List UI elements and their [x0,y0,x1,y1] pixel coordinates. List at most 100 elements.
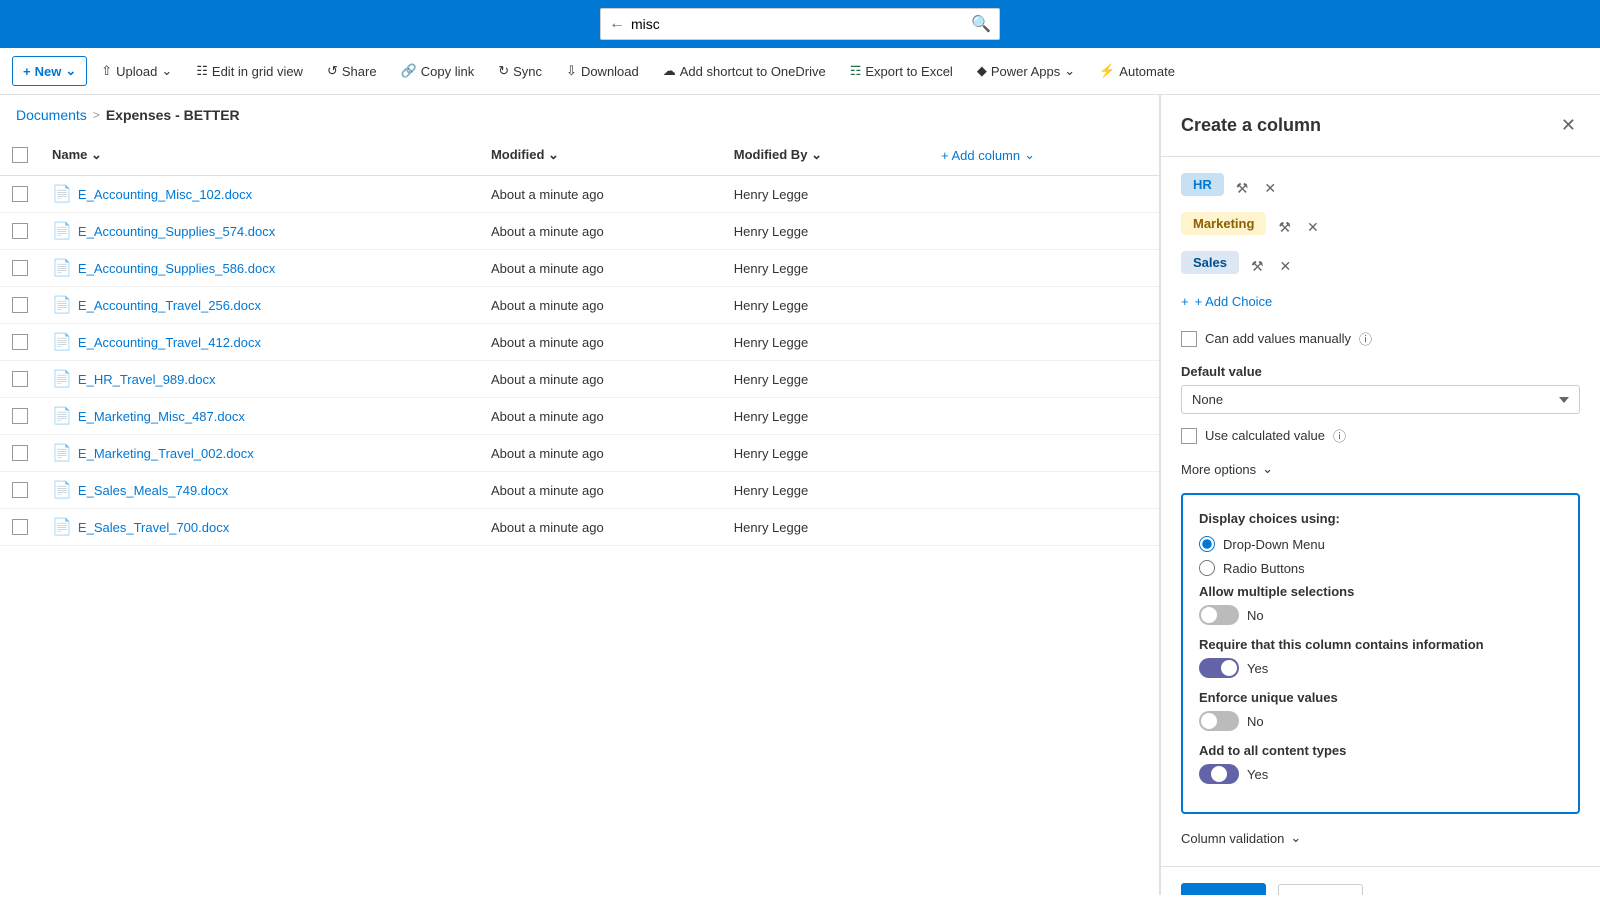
choice-edit-2[interactable]: ⚒ [1247,256,1268,277]
modified-column-header[interactable]: Modified ⌄ [479,135,722,176]
download-button[interactable]: ⇩ Download [556,57,649,85]
file-name-4[interactable]: E_Accounting_Travel_412.docx [78,335,261,350]
row-checkbox-3[interactable] [12,297,28,313]
can-add-values-checkbox[interactable] [1181,331,1197,347]
panel-close-button[interactable]: ✕ [1557,111,1580,140]
add-choice-button[interactable]: + + Add Choice [1181,290,1272,313]
file-name-1[interactable]: E_Accounting_Supplies_574.docx [78,224,275,239]
choices-list: HR ⚒ ✕ Marketing ⚒ ✕ Sales ⚒ ✕ [1181,173,1580,282]
enforce-unique-toggle-row: No [1199,711,1562,731]
modified-cell-9: About a minute ago [479,509,722,546]
edit-grid-button[interactable]: ☷ Edit in grid view [186,57,313,85]
share-button[interactable]: ↺ Share [317,57,387,85]
download-icon: ⇩ [566,63,577,79]
modified-by-cell-7: Henry Legge [722,435,921,472]
file-icon: 📄 [52,406,72,426]
row-checkbox-8[interactable] [12,482,28,498]
row-checkbox-2[interactable] [12,260,28,276]
modified-cell-8: About a minute ago [479,472,722,509]
enforce-unique-toggle[interactable] [1199,711,1239,731]
share-icon: ↺ [327,63,338,79]
column-validation-label: Column validation [1181,831,1284,846]
file-name-5[interactable]: E_HR_Travel_989.docx [78,372,216,387]
add-shortcut-button[interactable]: ☁ Add shortcut to OneDrive [653,57,836,85]
choice-remove-2[interactable]: ✕ [1276,256,1296,277]
use-calculated-checkbox[interactable] [1181,428,1197,444]
main-list: Documents > Expenses - BETTER Name ⌄ Mod… [0,95,1160,895]
file-name-2[interactable]: E_Accounting_Supplies_586.docx [78,261,275,276]
panel-footer: Save Cancel [1161,866,1600,895]
sort-icon: ⌄ [548,147,559,162]
file-name-6[interactable]: E_Marketing_Misc_487.docx [78,409,245,424]
row-checkbox-0[interactable] [12,186,28,202]
modified-cell-0: About a minute ago [479,176,722,213]
require-info-toggle[interactable] [1199,658,1239,678]
search-button[interactable]: 🔍 [971,14,991,34]
file-name-9[interactable]: E_Sales_Travel_700.docx [78,520,229,535]
row-checkbox-4[interactable] [12,334,28,350]
new-label: New [35,64,62,79]
export-excel-button[interactable]: ☶ Export to Excel [840,57,963,85]
search-input[interactable] [631,16,971,32]
table-row: 📄 E_Accounting_Misc_102.docx About a min… [0,176,1159,213]
file-icon: 📄 [52,221,72,241]
row-checkbox-6[interactable] [12,408,28,424]
dropdown-menu-label: Drop-Down Menu [1223,537,1325,552]
file-icon: 📄 [52,258,72,278]
modified-by-column-header[interactable]: Modified By ⌄ [722,135,921,176]
table-row: 📄 E_Sales_Travel_700.docx About a minute… [0,509,1159,546]
automate-button[interactable]: ⚡ Automate [1089,57,1185,85]
radio-buttons-radio[interactable] [1199,560,1215,576]
search-box[interactable]: ← 🔍 [600,8,1000,40]
choice-remove-0[interactable]: ✕ [1260,178,1280,199]
dropdown-menu-radio[interactable] [1199,536,1215,552]
top-bar: ← 🔍 [0,0,1600,48]
can-add-values-info-icon[interactable]: ⓘ [1359,329,1372,348]
select-all-checkbox[interactable] [12,147,28,163]
use-calculated-row: Use calculated value ⓘ [1181,426,1580,445]
cancel-button[interactable]: Cancel [1278,884,1364,895]
file-name-8[interactable]: E_Sales_Meals_749.docx [78,483,228,498]
row-checkbox-1[interactable] [12,223,28,239]
add-to-content-toggle[interactable] [1199,764,1239,784]
powerapps-icon: ◆ [977,63,987,79]
use-calculated-label: Use calculated value [1205,428,1325,443]
row-checkbox-9[interactable] [12,519,28,535]
table-row: 📄 E_Accounting_Travel_256.docx About a m… [0,287,1159,324]
more-options-button[interactable]: More options ⌄ [1181,457,1273,481]
row-checkbox-7[interactable] [12,445,28,461]
upload-button[interactable]: ⇧ Upload ⌄ [91,57,182,85]
breadcrumb-parent[interactable]: Documents [16,107,87,123]
use-calculated-info-icon[interactable]: ⓘ [1333,426,1346,445]
enforce-unique-label: Enforce unique values [1199,690,1562,705]
file-name-7[interactable]: E_Marketing_Travel_002.docx [78,446,254,461]
modified-by-cell-2: Henry Legge [722,250,921,287]
search-back-icon[interactable]: ← [609,15,625,33]
add-column-button[interactable]: + Add column ⌄ [933,143,1043,167]
new-button[interactable]: + New ⌄ [12,56,87,86]
choice-edit-1[interactable]: ⚒ [1274,217,1295,238]
upload-dropdown-icon: ⌄ [161,63,172,79]
file-name-0[interactable]: E_Accounting_Misc_102.docx [78,187,252,202]
choice-edit-0[interactable]: ⚒ [1232,178,1253,199]
save-button[interactable]: Save [1181,883,1266,895]
name-column-header[interactable]: Name ⌄ [40,135,479,176]
default-value-select[interactable]: None [1181,385,1580,414]
file-name-3[interactable]: E_Accounting_Travel_256.docx [78,298,261,313]
allow-multiple-toggle[interactable] [1199,605,1239,625]
new-dropdown-icon: ⌄ [65,63,76,79]
file-icon: 📄 [52,517,72,537]
add-to-content-toggle-row: Yes [1199,764,1562,784]
can-add-values-label: Can add values manually [1205,331,1351,346]
file-icon: 📄 [52,332,72,352]
add-to-content-group: Add to all content types Yes [1199,743,1562,784]
modified-cell-5: About a minute ago [479,361,722,398]
row-checkbox-5[interactable] [12,371,28,387]
upload-icon: ⇧ [101,63,112,79]
choice-remove-1[interactable]: ✕ [1303,217,1323,238]
sync-button[interactable]: ↻ Sync [488,57,552,85]
column-validation-button[interactable]: Column validation ⌄ [1181,826,1301,850]
power-apps-button[interactable]: ◆ Power Apps ⌄ [967,57,1085,85]
copy-link-button[interactable]: 🔗 Copy link [391,57,485,85]
modified-by-cell-6: Henry Legge [722,398,921,435]
